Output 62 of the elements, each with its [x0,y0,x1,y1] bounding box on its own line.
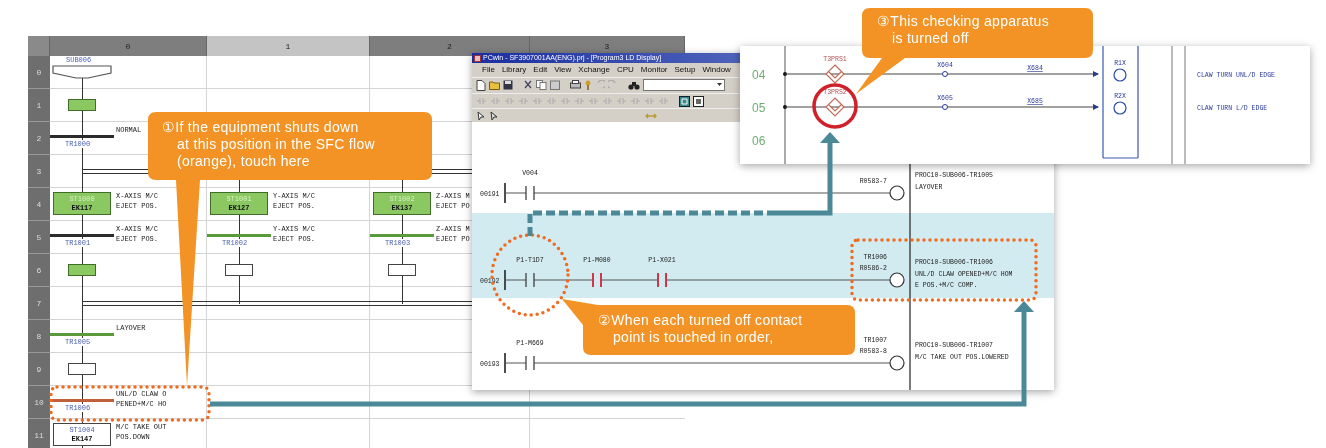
contact-symbol[interactable] [525,272,535,288]
step-box[interactable] [388,264,416,276]
line-number: 04 [752,68,766,82]
pointer-icon[interactable] [476,110,486,121]
copy-icon[interactable] [536,80,547,91]
row-header[interactable]: 8 [28,320,50,353]
row-header[interactable]: 10 [28,386,50,419]
output-coil[interactable] [1113,68,1127,82]
callout-text: ②When each turned off contact point is touched in order, [598,312,803,346]
sheet-corner [28,36,50,56]
coil-symbol[interactable] [889,185,905,201]
contact-symbol[interactable] [592,272,602,289]
binoculars-icon[interactable] [628,80,640,90]
row-header[interactable]: 6 [28,254,50,287]
callout-text: ③This checking apparatus is turned off [877,13,1049,47]
coil-symbol[interactable] [889,272,905,288]
row-header[interactable]: 9 [28,353,50,386]
row-header[interactable]: 4 [28,188,50,221]
app-icon [474,54,481,62]
pointer-icon[interactable] [489,110,499,121]
paste-icon[interactable] [550,80,560,91]
coil-symbol[interactable] [889,355,905,371]
menu-item[interactable]: Library [501,65,527,75]
menu-item[interactable]: CPU [616,65,634,75]
input-point[interactable] [942,104,948,110]
column-header[interactable]: 1 [207,36,370,56]
document-icon[interactable] [476,79,486,91]
column-header[interactable]: 3 [530,36,685,56]
menu-item[interactable]: Monitor [640,65,668,75]
row-header[interactable]: 11 [28,419,50,448]
input-point[interactable] [942,71,948,77]
step-box[interactable] [68,363,96,375]
menu-item[interactable]: Window [702,65,731,75]
column-header[interactable]: 2 [370,36,530,56]
line-number: 05 [752,101,766,115]
row-header[interactable]: 5 [28,221,50,254]
row-header[interactable]: 1 [28,89,50,122]
menu-item[interactable]: Setup [674,65,696,75]
step-box[interactable] [225,264,253,276]
window-icon[interactable] [693,95,704,107]
menu-item[interactable]: View [554,65,572,75]
row-header[interactable]: 7 [28,287,50,320]
output-coil[interactable] [1113,101,1127,115]
row-header[interactable]: 0 [28,56,50,89]
contact-symbol[interactable] [657,272,667,289]
menu-item[interactable]: File [482,65,495,75]
column-header[interactable]: 0 [50,36,207,56]
menu-item[interactable]: Xchange [578,65,610,75]
row-header[interactable]: 3 [28,155,50,188]
scissors-icon[interactable] [523,80,533,91]
row-header[interactable]: 2 [28,122,50,155]
line-number: 06 [752,134,766,148]
contact-symbol[interactable] [525,185,535,201]
sensor-diamond-icon[interactable] [825,97,845,117]
sensor-diamond-icon[interactable] [825,64,845,84]
callout-text: ①If the equipment shuts down at this position in the SFC flow (orange), touch here [162,119,375,170]
printer-icon[interactable] [570,80,581,91]
menu-item[interactable]: Edit [533,65,548,75]
contact-symbol[interactable] [525,355,535,371]
search-dropdown[interactable] [643,79,725,92]
start-step-shape [52,65,112,79]
grid-icon[interactable] [679,95,690,107]
